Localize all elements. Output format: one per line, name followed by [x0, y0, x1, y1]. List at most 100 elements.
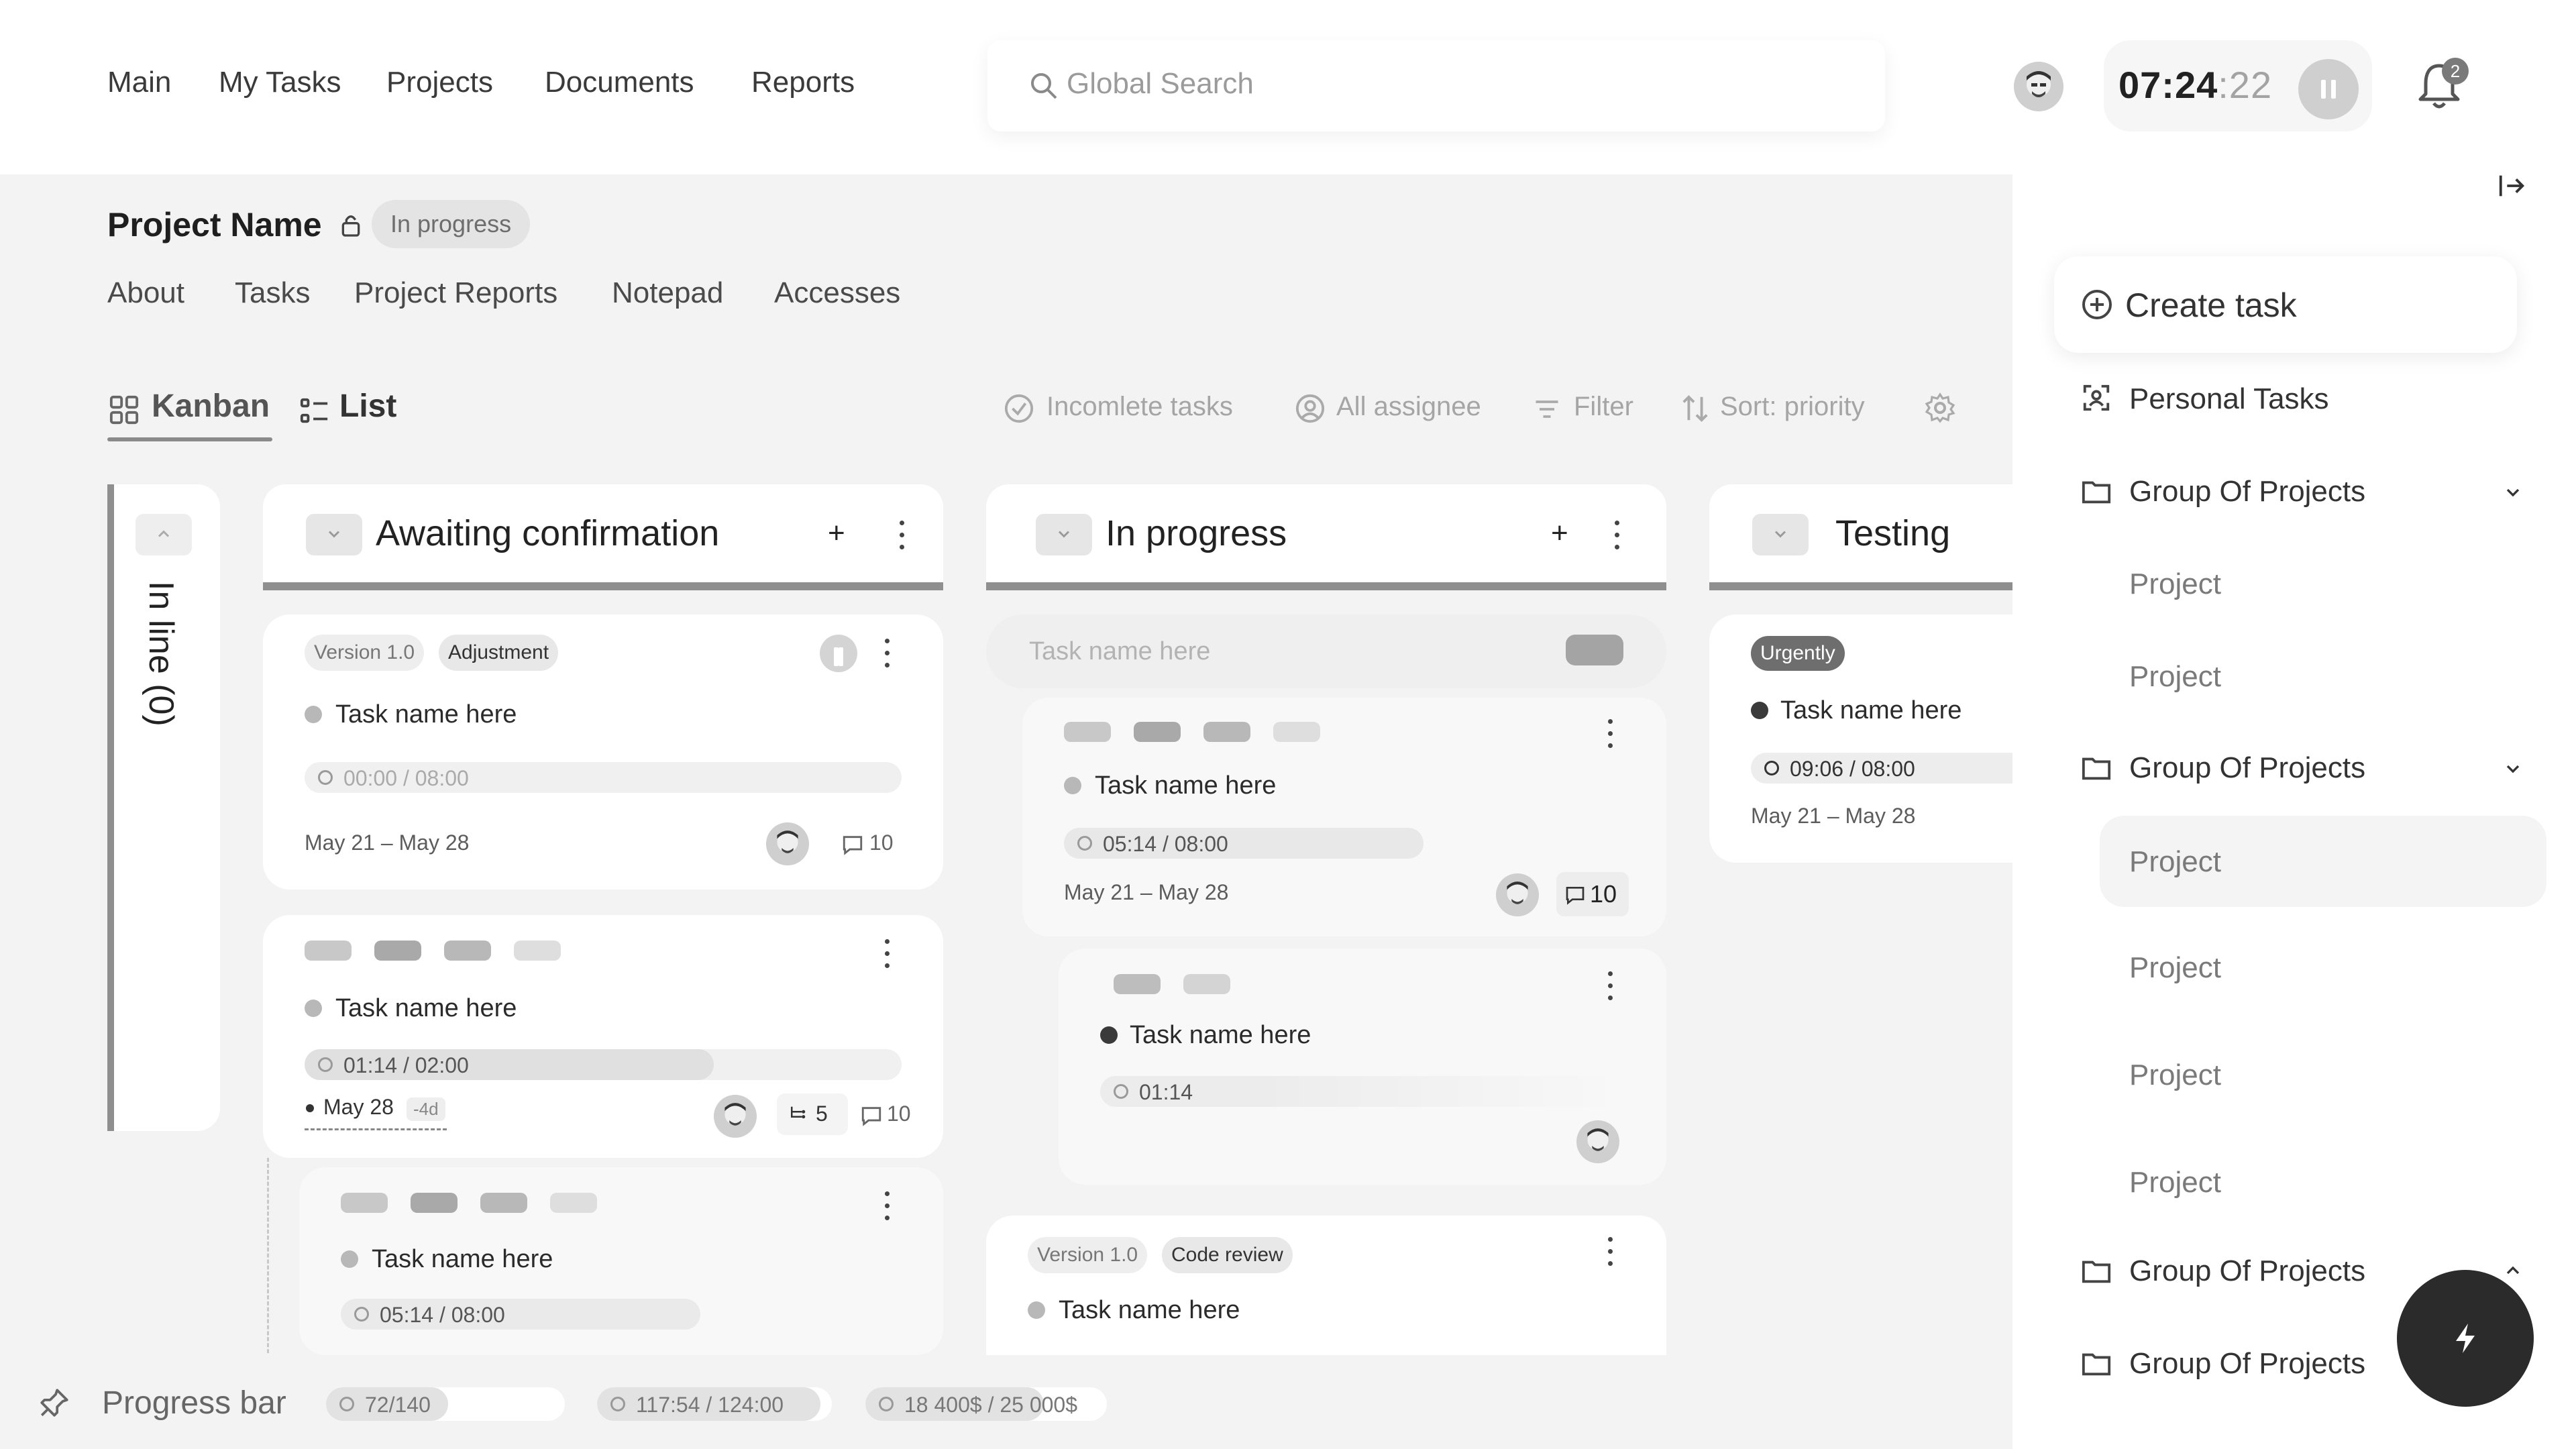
- column-in-line-indicator: [107, 484, 114, 1131]
- tag-chip: [1203, 722, 1250, 742]
- tab-tasks[interactable]: Tasks: [235, 276, 310, 310]
- task-card[interactable]: Task name here 05:14 / 08:00 May 21 – Ma…: [1022, 698, 1666, 936]
- time-label: 05:14 / 08:00: [380, 1303, 505, 1327]
- card-menu-icon[interactable]: [1606, 970, 1614, 1001]
- avatar-face-icon: [1496, 873, 1539, 916]
- column-awaiting-underline: [263, 582, 943, 590]
- view-list[interactable]: List: [339, 388, 396, 425]
- hours-progress: 117:54 / 124:00: [597, 1387, 832, 1421]
- assignee-avatar[interactable]: [766, 822, 809, 865]
- collapse-awaiting-button[interactable]: [306, 514, 362, 555]
- new-task-input[interactable]: Task name here: [986, 614, 1666, 688]
- sidebar-group-2[interactable]: Group Of Projects: [2129, 751, 2365, 785]
- filter-button[interactable]: Filter: [1574, 392, 1633, 422]
- tab-about[interactable]: About: [107, 276, 184, 310]
- task-card[interactable]: Version 1.0 Code review Task name here: [986, 1216, 1666, 1355]
- sidebar-project[interactable]: Project: [2129, 1166, 2221, 1199]
- task-card[interactable]: Version 1.0 Adjustment Task name here 00…: [263, 614, 943, 890]
- collapse-sidebar-icon[interactable]: [2497, 170, 2528, 201]
- card-menu-icon[interactable]: [883, 1190, 891, 1221]
- sidebar-group-3[interactable]: Group Of Projects: [2129, 1254, 2365, 1288]
- add-task-in-progress-button[interactable]: +: [1551, 517, 1568, 550]
- tasks-progress: 72/140: [326, 1387, 565, 1421]
- card-pause-button[interactable]: [820, 635, 857, 672]
- comments-badge[interactable]: 10: [1556, 872, 1629, 916]
- task-name: Task name here: [335, 700, 517, 729]
- card-menu-icon[interactable]: [1606, 718, 1614, 749]
- urgent-tag: Urgently: [1751, 636, 1845, 671]
- column-in-progress-title: In progress: [1106, 513, 1287, 553]
- comment-icon: [1566, 887, 1585, 905]
- tab-project-reports[interactable]: Project Reports: [354, 276, 557, 310]
- sidebar-project[interactable]: Project: [2129, 951, 2221, 985]
- pin-icon[interactable]: [38, 1386, 71, 1419]
- nav-my-tasks[interactable]: My Tasks: [219, 66, 341, 99]
- in-progress-menu-icon[interactable]: [1613, 519, 1621, 550]
- tab-accesses[interactable]: Accesses: [774, 276, 900, 310]
- user-avatar[interactable]: [2014, 62, 2063, 111]
- filter-incomplete-tasks[interactable]: Incomlete tasks: [1046, 392, 1233, 422]
- assignee-avatar[interactable]: [714, 1095, 757, 1138]
- task-card[interactable]: Task name here 01:14 / 02:00 May 28 -4d …: [263, 915, 943, 1158]
- pause-icon: [834, 647, 843, 666]
- task-card[interactable]: Urgently Task name here 09:06 / 08:00 Ma…: [1709, 614, 2012, 863]
- assignee-avatar[interactable]: [1496, 873, 1539, 916]
- card-menu-icon[interactable]: [1606, 1236, 1614, 1267]
- notification-badge: 2: [2442, 58, 2469, 85]
- gear-icon[interactable]: [1924, 392, 1956, 424]
- chevron-up-icon[interactable]: [2502, 1260, 2524, 1281]
- global-search[interactable]: Global Search: [987, 40, 1885, 131]
- assignee-avatar[interactable]: [1576, 1120, 1619, 1163]
- create-task-button[interactable]: Create task: [2054, 256, 2517, 353]
- filter-assignee[interactable]: All assignee: [1336, 392, 1481, 422]
- nav-reports[interactable]: Reports: [751, 66, 855, 99]
- chevron-down-icon[interactable]: [2502, 758, 2524, 780]
- nav-documents[interactable]: Documents: [545, 66, 694, 99]
- date-range: May 21 – May 28: [1751, 804, 1916, 828]
- kanban-icon: [109, 395, 139, 425]
- personal-tasks-icon: [2083, 384, 2110, 411]
- sidebar-group-4[interactable]: Group Of Projects: [2129, 1347, 2365, 1381]
- sidebar-project[interactable]: Project: [2129, 1059, 2221, 1092]
- view-kanban[interactable]: Kanban: [152, 388, 270, 425]
- awaiting-menu-icon[interactable]: [898, 519, 906, 550]
- nav-projects[interactable]: Projects: [386, 66, 493, 99]
- task-name: Task name here: [335, 994, 517, 1022]
- sidebar-personal-tasks[interactable]: Personal Tasks: [2129, 382, 2329, 416]
- submit-task-button[interactable]: [1566, 635, 1623, 665]
- timer-pause-button[interactable]: [2298, 59, 2359, 119]
- sidebar-group-1[interactable]: Group Of Projects: [2129, 475, 2365, 508]
- active-view-indicator: [107, 437, 272, 441]
- task-card[interactable]: Task name here 05:14 / 08:00: [299, 1167, 943, 1355]
- comment-icon: [861, 1107, 881, 1126]
- sort-icon: [1682, 395, 1708, 422]
- add-task-awaiting-button[interactable]: +: [828, 517, 845, 550]
- chevron-down-icon[interactable]: [2502, 482, 2524, 503]
- sidebar-project[interactable]: Project: [2129, 660, 2221, 694]
- collapse-testing-button[interactable]: [1752, 514, 1809, 555]
- nav-main[interactable]: Main: [107, 66, 171, 99]
- search-icon: [1031, 73, 1057, 99]
- clock-icon: [318, 770, 333, 785]
- time-label: 00:00 / 08:00: [343, 766, 469, 790]
- progress-bar-label: Progress bar: [102, 1385, 286, 1421]
- collapse-in-line-button[interactable]: [136, 514, 192, 555]
- sort-button[interactable]: Sort: priority: [1720, 392, 1865, 422]
- quick-action-button[interactable]: [2397, 1270, 2534, 1407]
- tag-chip: [514, 941, 561, 961]
- tab-notepad[interactable]: Notepad: [612, 276, 723, 310]
- subtasks-badge[interactable]: 5: [777, 1093, 848, 1135]
- collapse-in-progress-button[interactable]: [1036, 514, 1092, 555]
- sidebar-project[interactable]: Project: [2129, 845, 2221, 879]
- type-tag: Code review: [1162, 1237, 1293, 1273]
- check-circle-icon: [339, 1397, 354, 1411]
- clock-icon: [610, 1397, 625, 1411]
- card-menu-icon[interactable]: [883, 938, 891, 969]
- task-card[interactable]: Task name here 01:14: [1059, 949, 1666, 1185]
- status-dot: [305, 1000, 322, 1017]
- task-name: Task name here: [1059, 1296, 1240, 1324]
- sidebar-project[interactable]: Project: [2129, 568, 2221, 601]
- card-menu-icon[interactable]: [883, 637, 891, 668]
- column-in-progress-underline: [986, 582, 1666, 590]
- time-tracker: 07:24:22: [2104, 40, 2372, 131]
